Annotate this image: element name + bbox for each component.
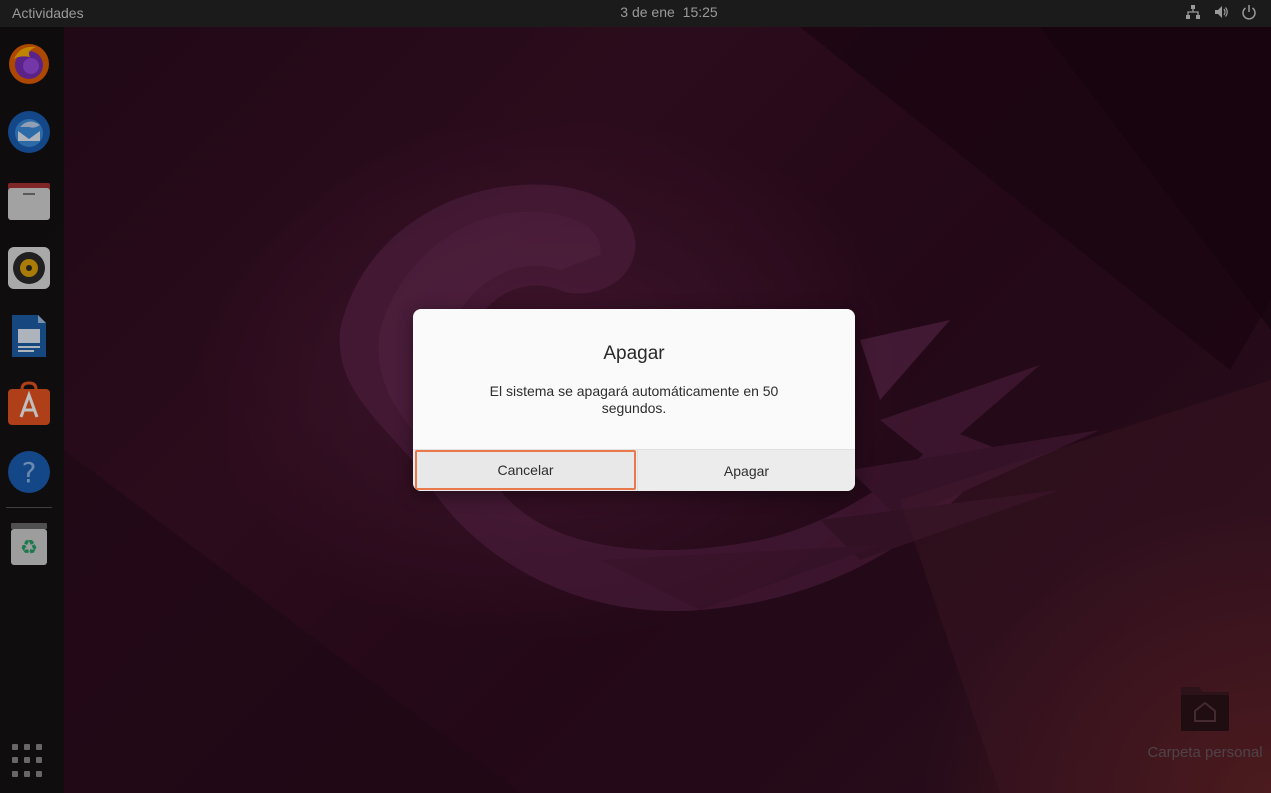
- dialog-button-row: Cancelar Apagar: [413, 449, 855, 491]
- volume-icon: [1213, 4, 1229, 20]
- shutdown-button[interactable]: Apagar: [637, 450, 855, 491]
- clock[interactable]: 3 de ene 15:25: [0, 4, 1271, 20]
- time-label: 15:25: [682, 4, 718, 20]
- power-icon: [1241, 4, 1257, 20]
- system-tray[interactable]: [1185, 4, 1257, 20]
- date-label: 3 de ene: [620, 4, 675, 20]
- top-bar: Actividades 3 de ene 15:25: [0, 0, 1271, 27]
- shutdown-dialog: Apagar El sistema se apagará automáticam…: [413, 309, 855, 491]
- dialog-message: El sistema se apagará automáticamente en…: [489, 383, 779, 416]
- cancel-button[interactable]: Cancelar: [415, 450, 636, 490]
- dialog-title: Apagar: [603, 343, 665, 364]
- network-icon: [1185, 4, 1201, 20]
